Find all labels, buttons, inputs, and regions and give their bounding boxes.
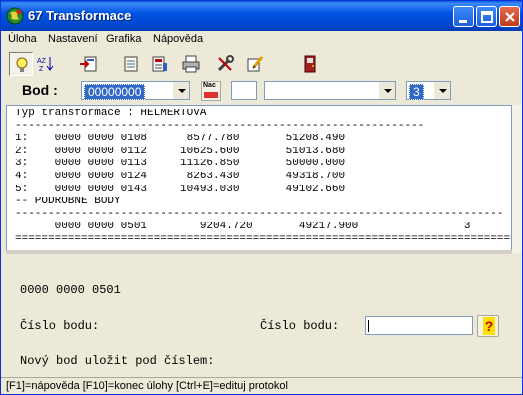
load-marker-icon xyxy=(204,92,218,98)
point-number-label-right: Číslo bodu: xyxy=(260,319,340,333)
page-combo[interactable]: 3 xyxy=(406,81,451,100)
edit-document-icon[interactable] xyxy=(148,52,172,76)
point-number-input[interactable] xyxy=(365,316,473,335)
window-title: 67 Transformace xyxy=(28,8,132,23)
minimize-button[interactable] xyxy=(453,6,474,27)
load-point-button[interactable]: Nac xyxy=(201,81,221,101)
text-caret xyxy=(368,320,369,332)
tools-icon[interactable] xyxy=(213,52,237,76)
svg-text:Z: Z xyxy=(39,66,44,73)
protocol-line: 4: 0000 0000 0124 8263.430 49318.700 xyxy=(15,171,346,182)
protocol-line: 3: 0000 0000 0113 11126.850 50000.000 xyxy=(15,159,346,170)
protocol-line: ========================================… xyxy=(15,234,511,241)
protocol-line: 1: 0000 0000 0108 8577.780 51208.490 xyxy=(15,134,346,145)
protocol-line: 2: 0000 0000 0112 10625.600 51013.680 xyxy=(15,146,346,157)
chevron-down-icon[interactable] xyxy=(173,82,189,99)
print-icon[interactable] xyxy=(179,52,203,76)
menu-bar: Úloha Nastavení Grafika Nápověda xyxy=(1,31,522,49)
protocol-line: 0000 0000 0501 9204.720 49217.900 3 xyxy=(15,222,471,233)
menu-napoveda[interactable]: Nápověda xyxy=(153,33,203,45)
menu-uloha[interactable]: Úloha xyxy=(8,33,37,45)
point-code-field[interactable] xyxy=(231,81,257,100)
protocol-line: 5: 0000 0000 0143 10493.030 49102.660 xyxy=(15,184,346,195)
help-question-icon: ? xyxy=(483,317,495,335)
toolbar: AZ Z xyxy=(1,50,522,79)
title-bar[interactable]: 67 Transformace xyxy=(1,1,522,31)
page-combo-value: 3 xyxy=(409,84,424,100)
pencil-edit-icon[interactable] xyxy=(243,52,267,76)
help-button[interactable]: ? xyxy=(477,315,499,337)
chevron-down-icon[interactable] xyxy=(379,82,395,99)
maximize-button[interactable] xyxy=(476,6,497,27)
protocol-line: -- PODROBNÉ BODY xyxy=(15,197,121,208)
status-text: [F1]=nápověda [F10]=konec úlohy [Ctrl+E]… xyxy=(6,380,288,392)
notes-icon[interactable] xyxy=(119,52,143,76)
protocol-line: ----------------------------------------… xyxy=(15,121,425,132)
point-number-label-left: Číslo bodu: xyxy=(20,319,100,333)
app-window: 67 Transformace Úloha Nastavení Grafika … xyxy=(0,0,523,395)
nac-label: Nac xyxy=(203,82,216,89)
app-globe-icon xyxy=(6,7,24,25)
protocol-vertical-scrollbar[interactable] xyxy=(512,105,522,253)
menu-nastaveni[interactable]: Nastavení xyxy=(48,33,98,45)
lightbulb-icon[interactable] xyxy=(9,52,33,76)
point-type-combo[interactable] xyxy=(264,81,396,100)
exit-door-icon[interactable] xyxy=(298,52,322,76)
point-combo[interactable]: 00000000 xyxy=(81,81,190,100)
point-combo-value: 00000000 xyxy=(84,84,146,100)
sort-az-icon[interactable]: AZ Z xyxy=(34,52,58,76)
svg-text:AZ: AZ xyxy=(37,58,47,65)
point-selector-row: Bod : 00000000 Nac 3 xyxy=(1,79,522,103)
chevron-down-icon[interactable] xyxy=(434,82,450,99)
point-form: 0000 0000 0501 Číslo bodu: Číslo bodu: ?… xyxy=(1,255,522,377)
protocol-line: Typ transformace : HELMERTOVA xyxy=(15,109,207,119)
new-point-label: Nový bod uložit pod číslem: xyxy=(20,354,215,368)
bod-label: Bod : xyxy=(22,82,58,98)
protocol-output[interactable]: Typ transformace : HELMERTOVA -----------… xyxy=(6,105,512,253)
menu-grafika[interactable]: Grafika xyxy=(106,33,141,45)
protocol-line: ----------------------------------------… xyxy=(15,209,504,220)
protocol-text: Typ transformace : HELMERTOVA -----------… xyxy=(15,109,511,241)
current-point-number: 0000 0000 0501 xyxy=(20,283,121,297)
close-button[interactable] xyxy=(499,6,520,27)
protocol-horizontal-scrollbar[interactable] xyxy=(6,250,512,254)
import-icon[interactable] xyxy=(77,52,101,76)
status-bar: [F1]=nápověda [F10]=konec úlohy [Ctrl+E]… xyxy=(1,377,522,394)
